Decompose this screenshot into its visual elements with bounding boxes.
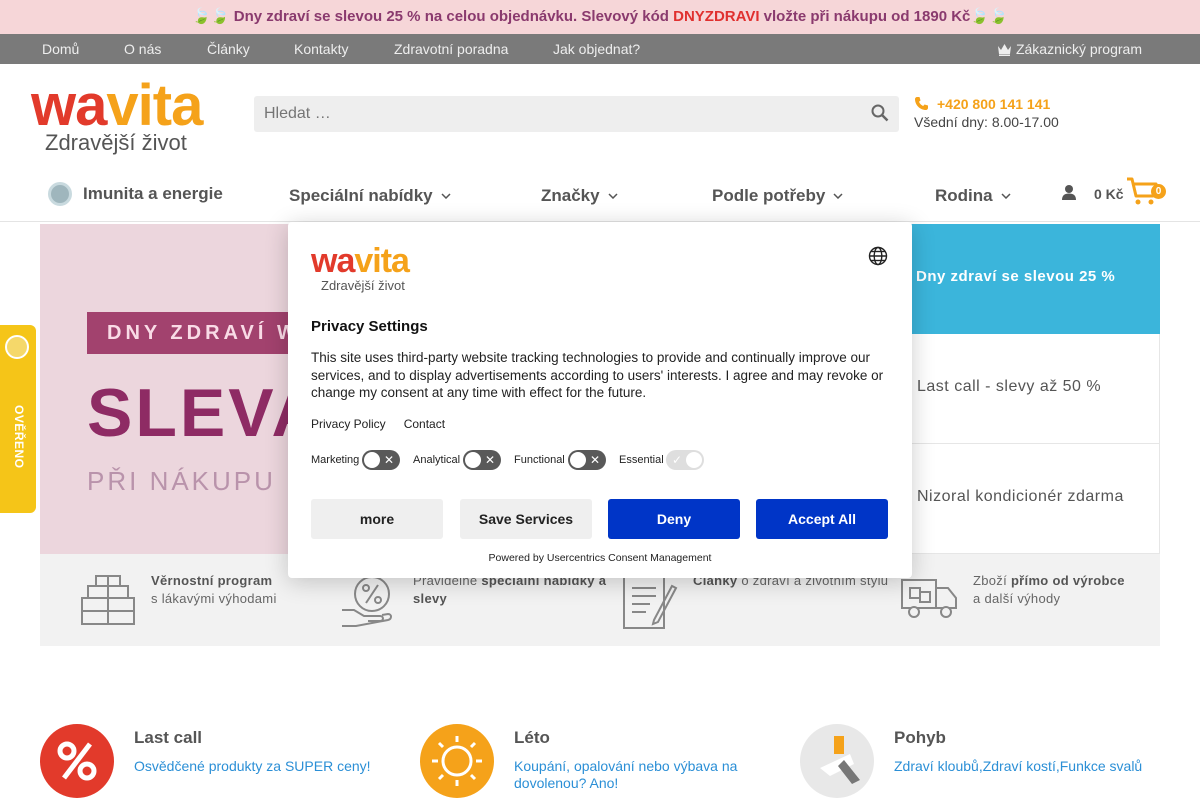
- close-icon: ✕: [589, 453, 600, 467]
- promo-text-after: vložte při nákupu od 1890 Kč🍃🍃: [759, 8, 1008, 25]
- toggle-analytical-label: Analytical: [413, 454, 461, 466]
- site-logo[interactable]: wavita Zdravější život: [31, 77, 223, 156]
- nav-immunity[interactable]: Imunita a energie: [83, 184, 223, 204]
- toggle-functional-label: Functional: [514, 454, 565, 466]
- toggle-analytical[interactable]: ✕: [463, 450, 501, 470]
- nav-family-label: Rodina: [935, 186, 993, 205]
- toggle-marketing[interactable]: ✕: [362, 450, 400, 470]
- contact-info: +420 800 141 141 Všední dny: 8.00-17.00: [914, 96, 1059, 130]
- promo-bar: 🍃🍃 Dny zdraví se slevou 25 % na celou ob…: [0, 0, 1200, 34]
- nav-brands[interactable]: Značky: [541, 184, 618, 206]
- nav-special-offers-label: Speciální nabídky: [289, 186, 433, 205]
- modal-logo-part-3: ta: [380, 242, 410, 280]
- dialog-links: Privacy Policy Contact: [311, 417, 463, 431]
- logo-part-3: ta: [152, 73, 204, 138]
- topnav-contacts[interactable]: Kontakty: [294, 41, 348, 57]
- topnav-home[interactable]: Domů: [42, 41, 79, 57]
- nav-immunity-label: Imunita a energie: [83, 184, 223, 203]
- nav-by-need[interactable]: Podle potřeby: [712, 184, 843, 206]
- modal-logo-tagline: Zdravější život: [321, 278, 405, 293]
- chevron-down-icon: [608, 184, 618, 204]
- topnav-about[interactable]: O nás: [124, 41, 161, 57]
- chevron-down-icon: [1001, 184, 1011, 204]
- nav-special-offers[interactable]: Speciální nabídky: [289, 184, 451, 206]
- contact-link[interactable]: Contact: [404, 417, 445, 431]
- main-nav: Imunita a energie Speciální nabídky Znač…: [0, 166, 1200, 222]
- topnav-health-advice[interactable]: Zdravotní poradna: [394, 41, 508, 57]
- modal-logo-part-1: wa: [311, 242, 355, 280]
- language-globe-icon[interactable]: [868, 246, 888, 271]
- more-button[interactable]: more: [311, 499, 443, 539]
- logo-part-1: wa: [31, 73, 107, 138]
- modal-logo-part-2: vi: [354, 242, 381, 280]
- logo-part-2: vi: [106, 73, 153, 138]
- toggle-essential-label: Essential: [619, 454, 664, 466]
- top-nav: Domů O nás Články Kontakty Zdravotní por…: [0, 34, 1200, 64]
- contact-hours: Všední dny: 8.00-17.00: [914, 114, 1059, 130]
- nav-brands-label: Značky: [541, 186, 600, 205]
- topnav-articles[interactable]: Články: [207, 41, 250, 57]
- deny-button[interactable]: Deny: [608, 499, 740, 539]
- privacy-policy-link[interactable]: Privacy Policy: [311, 417, 386, 431]
- search-input[interactable]: [254, 96, 844, 132]
- phone-icon: [915, 97, 928, 110]
- powered-by: Powered by Usercentrics Consent Manageme…: [488, 552, 712, 564]
- close-icon: ✕: [484, 453, 495, 467]
- topnav-loyalty-program[interactable]: Zákaznický program: [997, 41, 1142, 57]
- immunity-icon: [48, 182, 72, 206]
- phone-number: +420 800 141 141: [937, 96, 1051, 112]
- chevron-down-icon: [833, 184, 843, 204]
- nav-family[interactable]: Rodina: [935, 184, 1011, 206]
- save-services-button[interactable]: Save Services: [460, 499, 592, 539]
- toggle-marketing-label: Marketing: [311, 454, 360, 466]
- search-box: [254, 96, 899, 132]
- search-icon[interactable]: [871, 104, 889, 127]
- dialog-title: Privacy Settings: [311, 318, 428, 335]
- chevron-down-icon: [441, 184, 451, 204]
- modal-logo: wavita Zdravější život: [311, 242, 410, 293]
- topnav-how-to-order[interactable]: Jak objednat?: [553, 41, 640, 57]
- crown-icon: [997, 44, 1011, 56]
- dialog-body: This site uses third-party website track…: [311, 350, 884, 400]
- promo-text-before: 🍃🍃 Dny zdraví se slevou 25 % na celou ob…: [192, 8, 674, 25]
- cart-count-badge: 0: [1151, 184, 1166, 199]
- user-icon[interactable]: [1061, 184, 1077, 205]
- privacy-settings-dialog: wavita Zdravější život Privacy Settings …: [288, 222, 912, 578]
- loyalty-label: Zákaznický program: [1015, 41, 1142, 57]
- accept-all-button[interactable]: Accept All: [756, 499, 888, 539]
- nav-by-need-label: Podle potřeby: [712, 186, 826, 205]
- cart-total[interactable]: 0 Kč: [1094, 186, 1124, 202]
- close-icon: ✕: [383, 453, 394, 467]
- contact-phone[interactable]: +420 800 141 141: [914, 96, 1059, 112]
- promo-code: DNYZDRAVI: [673, 8, 760, 25]
- check-icon: ✓: [672, 453, 683, 467]
- toggle-essential: ✓: [666, 450, 704, 470]
- toggle-functional[interactable]: ✕: [568, 450, 606, 470]
